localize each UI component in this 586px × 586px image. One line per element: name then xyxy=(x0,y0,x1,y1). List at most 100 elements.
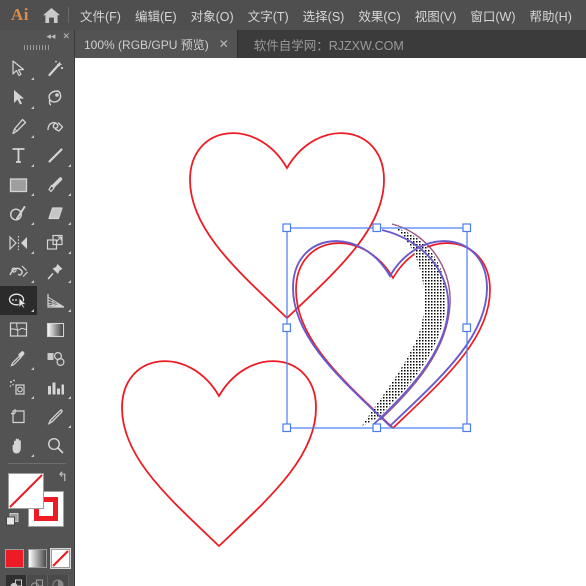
home-icon-glyph xyxy=(42,7,60,23)
paintbrush-tool[interactable] xyxy=(37,170,74,199)
rectangle-icon xyxy=(9,177,28,192)
handle-top-right[interactable] xyxy=(462,223,472,233)
shape-builder-tool[interactable] xyxy=(0,286,37,315)
tool-grid xyxy=(0,53,74,466)
default-fill-stroke-icon[interactable] xyxy=(6,513,19,526)
handle-bottom-center[interactable] xyxy=(372,423,382,433)
menu-object[interactable]: 对象(O) xyxy=(184,2,241,29)
handle-middle-right[interactable] xyxy=(462,323,472,333)
scale-tool[interactable] xyxy=(37,228,74,257)
draw-normal-icon xyxy=(9,579,22,586)
handle-top-center[interactable] xyxy=(372,223,382,233)
magnifier-icon xyxy=(47,437,64,454)
eyedropper-tool[interactable] xyxy=(0,344,37,373)
document-tab[interactable]: 100% (RGB/GPU 预览) ✕ xyxy=(74,30,238,58)
slice-tool[interactable] xyxy=(37,402,74,431)
menu-file[interactable]: 文件(F) xyxy=(73,2,128,29)
slice-knife-icon xyxy=(47,409,63,425)
illustrator-window: Ai 文件(F) 编辑(E) 对象(O) 文字(T) 选择(S) 效果(C) 视… xyxy=(0,0,586,586)
color-mode-none[interactable] xyxy=(49,548,71,569)
menu-window[interactable]: 窗口(W) xyxy=(463,2,522,29)
tools-panel: ◂◂ ✕ ↰ xyxy=(0,30,75,586)
bar-chart-icon xyxy=(48,382,64,394)
selection-tool[interactable] xyxy=(0,54,37,83)
menu-separator xyxy=(68,7,69,23)
swap-fill-stroke-icon[interactable]: ↰ xyxy=(57,469,68,485)
draw-behind-mode[interactable] xyxy=(26,575,48,586)
document-tab-label: 100% (RGB/GPU 预览) xyxy=(84,37,209,52)
menu-select[interactable]: 选择(S) xyxy=(296,2,352,29)
symbol-sprayer-tool[interactable] xyxy=(0,373,37,402)
artboard-canvas[interactable] xyxy=(74,58,586,586)
width-warp-icon xyxy=(9,265,28,277)
hand-tool[interactable] xyxy=(0,431,37,460)
panel-grip[interactable] xyxy=(0,42,74,53)
direct-selection-arrow-icon xyxy=(14,90,24,105)
color-mode-color[interactable] xyxy=(4,549,24,568)
handle-bottom-right[interactable] xyxy=(462,423,472,433)
eraser-icon xyxy=(48,207,63,220)
artboard-tool[interactable] xyxy=(0,402,37,431)
free-transform-scale-icon xyxy=(46,234,63,250)
type-T-icon xyxy=(12,148,25,163)
blend-tool[interactable] xyxy=(37,344,74,373)
perspective-grid-icon xyxy=(47,294,65,308)
mesh-tool[interactable] xyxy=(0,315,37,344)
eraser-tool[interactable] xyxy=(37,199,74,228)
heart-shape-selected[interactable] xyxy=(292,223,491,430)
draw-inside-mode[interactable] xyxy=(47,575,69,586)
color-mode-buttons xyxy=(0,547,74,569)
lasso-tool[interactable] xyxy=(37,83,74,112)
pen-nib-icon xyxy=(12,118,27,135)
menu-effect[interactable]: 效果(C) xyxy=(351,2,407,29)
handle-bottom-left[interactable] xyxy=(282,423,292,433)
free-transform-tool[interactable] xyxy=(37,257,74,286)
selection-handles[interactable] xyxy=(282,223,472,433)
stipple-texture-region xyxy=(362,223,451,426)
menu-view[interactable]: 视图(V) xyxy=(408,2,464,29)
handle-middle-left[interactable] xyxy=(282,323,292,333)
menu-edit[interactable]: 编辑(E) xyxy=(128,2,184,29)
none-slash-icon xyxy=(51,550,69,567)
home-icon[interactable] xyxy=(36,0,66,30)
rotate-tool[interactable] xyxy=(0,228,37,257)
shape-builder-icon xyxy=(8,293,27,309)
eyedropper-icon xyxy=(10,351,25,367)
menu-type[interactable]: 文字(T) xyxy=(241,2,296,29)
fill-stroke-swatches: ↰ xyxy=(0,469,74,547)
fill-swatch[interactable] xyxy=(8,473,44,509)
close-icon[interactable]: ✕ xyxy=(62,31,70,41)
artwork-svg xyxy=(121,132,491,548)
color-mode-gradient[interactable] xyxy=(27,549,47,568)
perspective-grid-tool[interactable] xyxy=(37,286,74,315)
zoom-tool[interactable] xyxy=(37,431,74,460)
gradient-tool[interactable] xyxy=(37,315,74,344)
line-segment-tool[interactable] xyxy=(37,141,74,170)
hand-icon xyxy=(12,438,21,453)
line-icon xyxy=(48,148,63,163)
magic-wand-icon xyxy=(48,60,64,77)
watermark-text: 软件自学网：RJZXW.COM xyxy=(253,38,404,53)
shaper-icon xyxy=(9,206,26,221)
pushpin-icon xyxy=(47,264,63,280)
magic-wand-tool[interactable] xyxy=(37,54,74,83)
paintbrush-icon xyxy=(48,177,63,193)
mesh-icon xyxy=(9,322,28,337)
type-tool[interactable] xyxy=(0,141,37,170)
close-icon[interactable]: ✕ xyxy=(219,37,229,51)
menu-bar: Ai 文件(F) 编辑(E) 对象(O) 文字(T) 选择(S) 效果(C) 视… xyxy=(0,0,586,30)
tool-divider xyxy=(0,460,74,466)
width-tool[interactable] xyxy=(0,257,37,286)
column-graph-tool[interactable] xyxy=(37,373,74,402)
pen-tool[interactable] xyxy=(0,112,37,141)
draw-mode-buttons xyxy=(5,575,70,586)
shaper-tool[interactable] xyxy=(0,199,37,228)
draw-normal-mode[interactable] xyxy=(5,575,27,586)
rectangle-tool[interactable] xyxy=(0,170,37,199)
handle-top-left[interactable] xyxy=(282,223,292,233)
selection-bounding-box[interactable] xyxy=(282,223,472,433)
menu-help[interactable]: 帮助(H) xyxy=(523,2,579,29)
curvature-tool[interactable] xyxy=(37,112,74,141)
collapse-icon[interactable]: ◂◂ xyxy=(46,31,55,41)
direct-selection-tool[interactable] xyxy=(0,83,37,112)
